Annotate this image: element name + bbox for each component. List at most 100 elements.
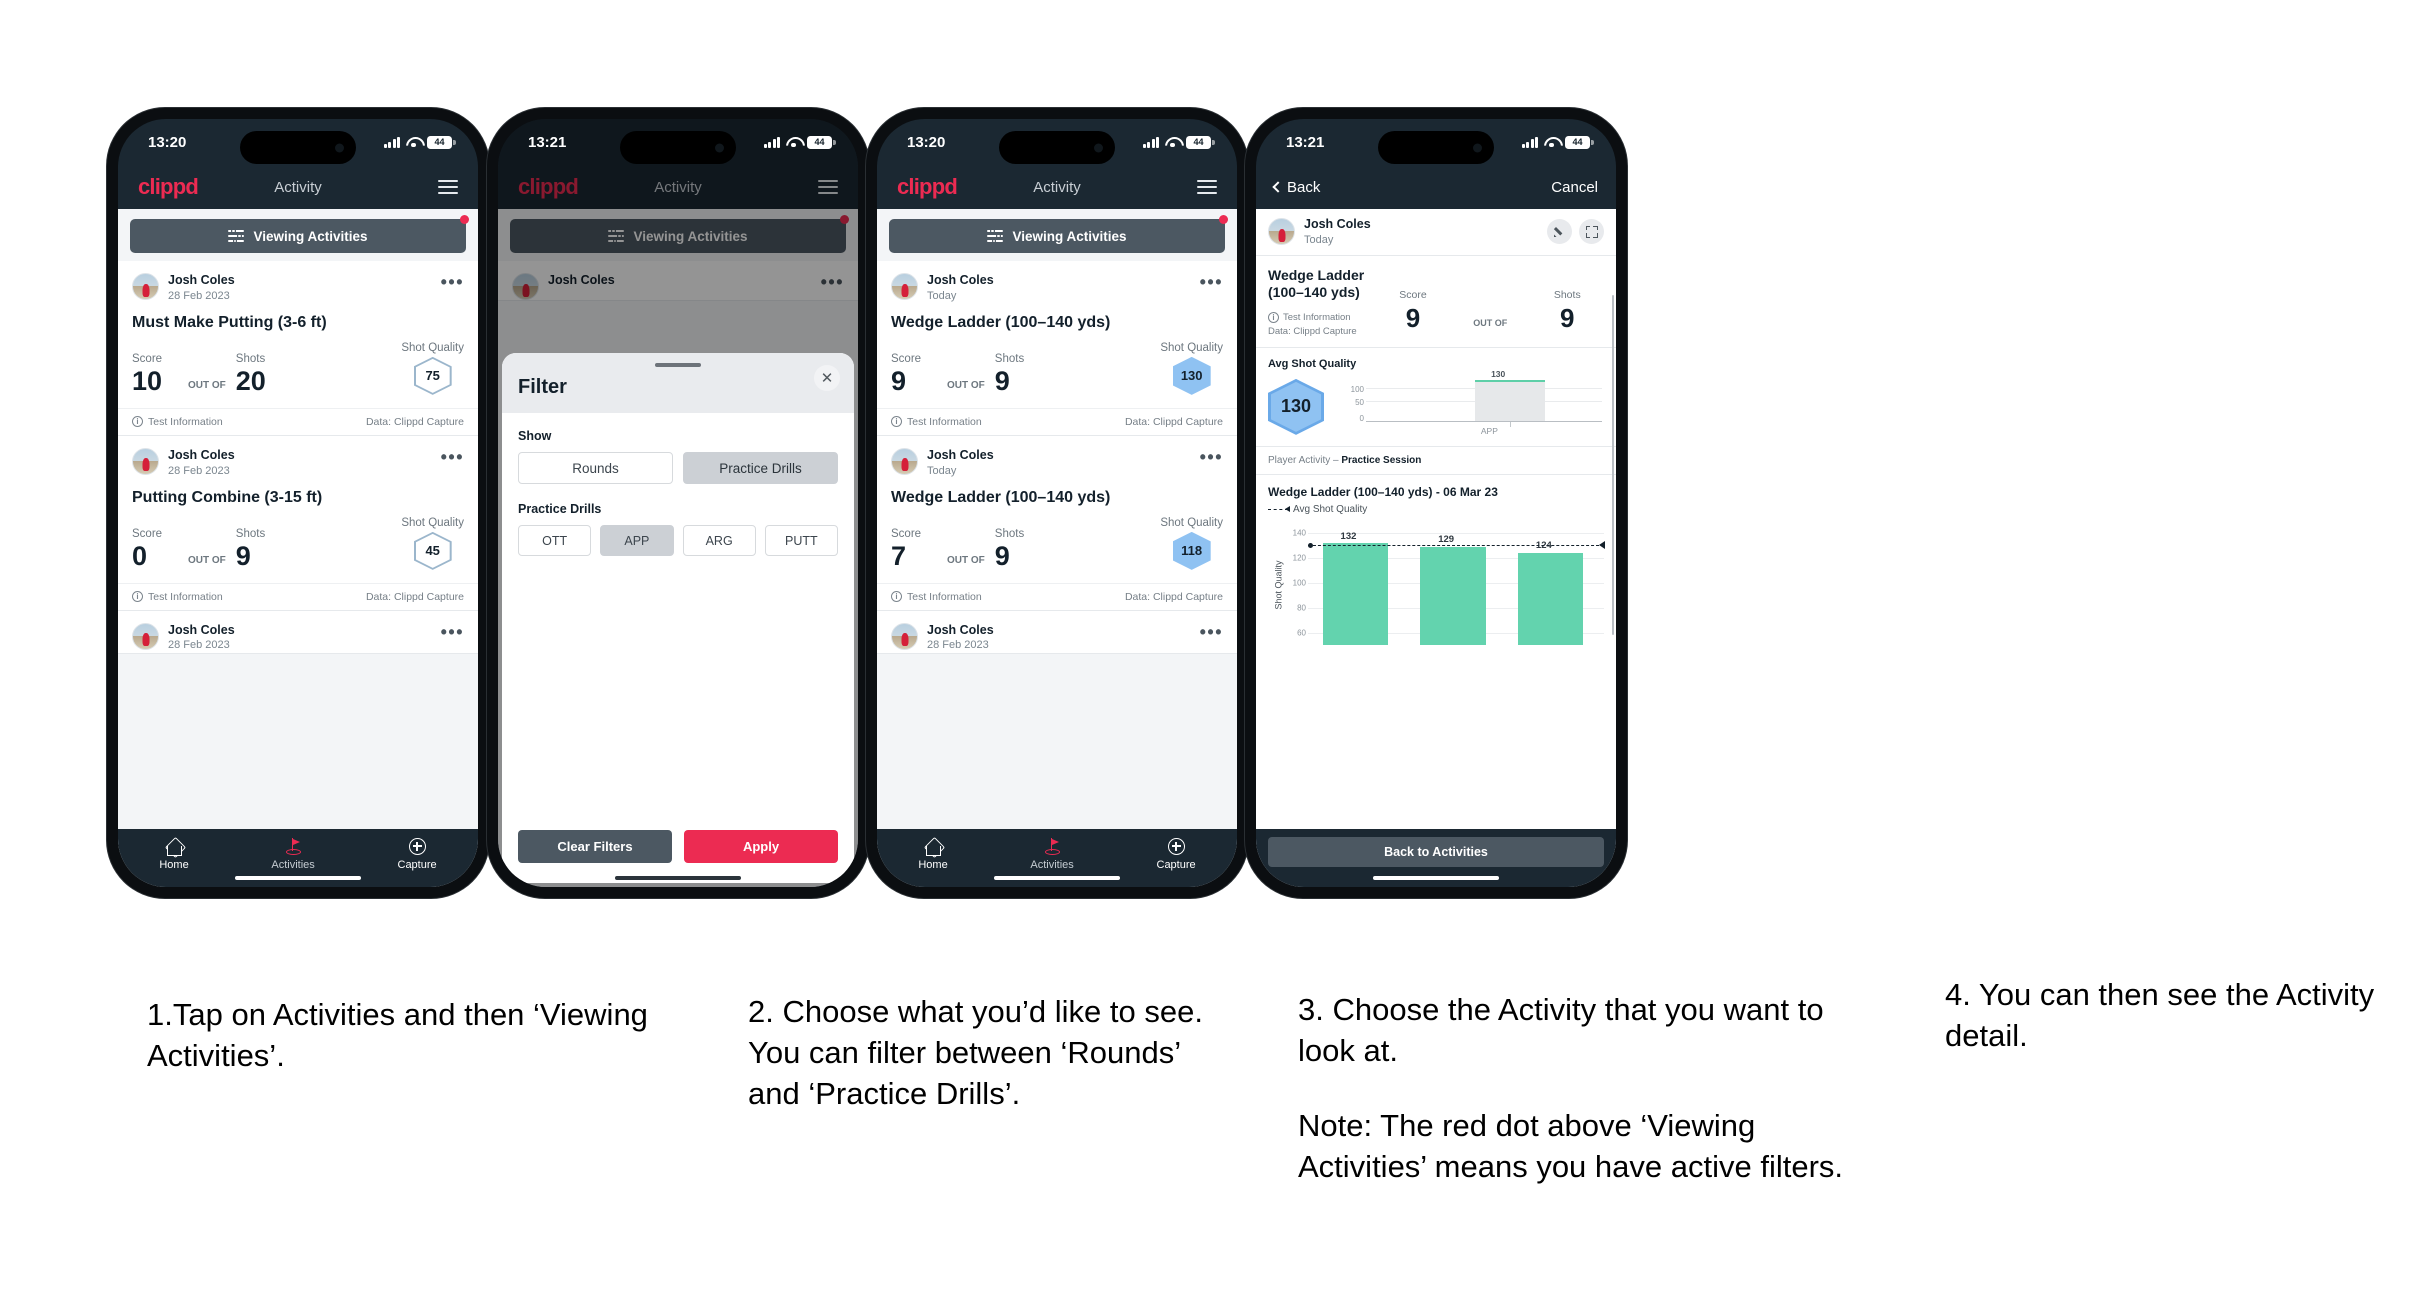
activity-list[interactable]: Josh Coles 28 Feb 2023 ••• Must Make Put… (118, 261, 478, 829)
drill-chip-arg[interactable]: ARG (682, 525, 756, 556)
viewing-activities-button[interactable]: Viewing Activities (889, 219, 1225, 253)
dynamic-island (620, 131, 736, 164)
user-name: Josh Coles (927, 447, 994, 462)
clippd-logo: clippd (138, 174, 199, 199)
detail-title-line1: Wedge Ladder (1268, 266, 1365, 283)
wifi-icon (1165, 137, 1180, 148)
back-to-activities-button[interactable]: Back to Activities (1268, 837, 1604, 867)
reference-line-dot (1308, 542, 1313, 548)
expand-button[interactable] (1579, 219, 1604, 245)
phone-2: 13:21 44 clippd Activity Viewing Activit… (487, 108, 869, 898)
more-options-icon[interactable]: ••• (441, 448, 464, 466)
caption-step-3: 3. Choose the Activity that you want to … (1298, 990, 1843, 1188)
activity-card[interactable]: Josh Coles 28 Feb 2023 ••• Must Make Put… (118, 261, 478, 436)
tab-home[interactable]: Home (159, 837, 189, 871)
data-source-label: Data: Clippd Capture (365, 590, 464, 603)
tab-home-label: Home (159, 859, 189, 871)
activity-card[interactable]: Josh Coles 28 Feb 2023 ••• Putting Combi… (118, 435, 478, 611)
show-options: Rounds Practice Drills (518, 452, 838, 484)
close-icon[interactable]: ✕ (814, 365, 840, 391)
avatar (891, 273, 918, 300)
detail-summary: Wedge Ladder (100–140 yds) i Test Inform… (1256, 255, 1616, 348)
avatar (132, 622, 159, 650)
phone-3: 13:20 44 clippd Activity Viewing Activit… (866, 108, 1248, 898)
shots-value: 9 (994, 365, 1010, 396)
activity-card[interactable]: Josh Coles 28 Feb 2023 ••• (877, 610, 1237, 654)
show-option-practice-drills[interactable]: Practice Drills (683, 452, 838, 484)
viewing-activities-label: Viewing Activities (1012, 228, 1127, 244)
drill-chip-putt[interactable]: PUTT (764, 525, 838, 556)
apply-button[interactable]: Apply (684, 830, 838, 863)
test-information-label: Test Information (148, 590, 223, 603)
user-name: Josh Coles (927, 622, 994, 637)
mini-chart-bar-cap (1474, 379, 1546, 382)
more-options-icon[interactable]: ••• (1200, 623, 1223, 641)
cancel-button[interactable]: Cancel (1551, 179, 1598, 196)
chart-bar (1518, 552, 1584, 645)
data-source-label: Data: Clippd Capture (1124, 415, 1223, 428)
scrollbar[interactable] (1611, 295, 1614, 635)
clear-filters-button[interactable]: Clear Filters (518, 830, 672, 863)
golf-flag-icon (1044, 838, 1061, 855)
shots-value: 9 (994, 540, 1010, 571)
shots-label: Shots (994, 527, 1025, 540)
activity-card[interactable]: Josh Coles Today ••• Wedge Ladder (100–1… (877, 261, 1237, 436)
tab-home[interactable]: Home (918, 837, 948, 871)
ytick-60: 60 (1297, 628, 1306, 638)
drill-chip-ott[interactable]: OTT (518, 525, 592, 556)
show-option-rounds[interactable]: Rounds (518, 452, 673, 484)
filter-sliders-icon (228, 228, 245, 244)
wifi-icon (406, 137, 421, 148)
avg-shot-quality-label: Avg Shot Quality (1268, 357, 1357, 370)
ytick-100: 100 (1292, 578, 1306, 588)
more-options-icon[interactable]: ••• (441, 623, 464, 641)
ytick-140: 140 (1292, 528, 1306, 538)
more-options-icon[interactable]: ••• (1200, 273, 1223, 291)
user-name: Josh Coles (1304, 217, 1371, 231)
more-options-icon[interactable]: ••• (1200, 448, 1223, 466)
activity-card[interactable]: Josh Coles Today ••• Wedge Ladder (100–1… (877, 435, 1237, 611)
filter-modal-title: Filter (518, 376, 567, 398)
test-information-label: Test Information (148, 415, 223, 428)
menu-icon[interactable] (438, 180, 458, 194)
cellular-signal-icon (383, 136, 400, 148)
back-button[interactable]: Back (1272, 179, 1320, 196)
activity-list[interactable]: Josh Coles Today ••• Wedge Ladder (100–1… (877, 261, 1237, 829)
detail-title-line2: (100–140 yds) (1268, 284, 1360, 301)
avatar (891, 622, 918, 650)
tab-capture-label: Capture (1156, 859, 1196, 871)
mini-chart-value: 130 (1491, 368, 1506, 379)
caption-step-2: 2. Choose what you’d like to see. You ca… (748, 992, 1238, 1115)
drill-chip-app[interactable]: APP (600, 525, 674, 556)
fullscreen-icon (1585, 225, 1598, 238)
ytick-120: 120 (1292, 553, 1306, 563)
caption-4-text: 4. You can then see the Activity detail. (1945, 977, 2375, 1053)
viewing-activities-wrap: Viewing Activities (118, 209, 478, 261)
caption-step-4: 4. You can then see the Activity detail. (1945, 975, 2385, 1057)
battery-icon: 44 (807, 135, 836, 149)
tab-activities[interactable]: Activities (1030, 837, 1074, 871)
shot-quality-chart-card: Wedge Ladder (100–140 yds) - 06 Mar 23 A… (1256, 474, 1616, 829)
out-of-label: OUT OF (947, 554, 985, 566)
phone-1: 13:20 44 clippd Activity Viewing Activit… (107, 108, 489, 898)
tab-capture[interactable]: Capture (398, 837, 437, 871)
drag-handle[interactable] (655, 363, 701, 367)
shot-quality-bar-chart: Shot Quality 140 120 100 80 60 132 129 1… (1268, 525, 1605, 645)
chart-bar-value: 129 (1438, 533, 1455, 545)
edit-button[interactable] (1547, 219, 1572, 245)
dynamic-island (1378, 131, 1494, 164)
test-information-label: Test Information (1283, 311, 1351, 323)
shot-quality-value: 75 (415, 358, 450, 393)
tab-activities[interactable]: Activities (271, 837, 315, 871)
more-options-icon[interactable]: ••• (441, 273, 464, 291)
activity-card[interactable]: Josh Coles 28 Feb 2023 ••• (118, 610, 478, 654)
menu-icon[interactable] (1197, 180, 1217, 194)
tab-activities-label: Activities (1030, 859, 1074, 871)
filter-sliders-icon (987, 228, 1004, 244)
home-indicator (994, 875, 1120, 880)
viewing-activities-button[interactable]: Viewing Activities (130, 219, 466, 253)
golf-flag-icon (285, 838, 302, 855)
shot-quality-value: 45 (415, 533, 450, 568)
tab-capture[interactable]: Capture (1157, 837, 1196, 871)
shot-quality-hexagon: 118 (1172, 531, 1211, 570)
